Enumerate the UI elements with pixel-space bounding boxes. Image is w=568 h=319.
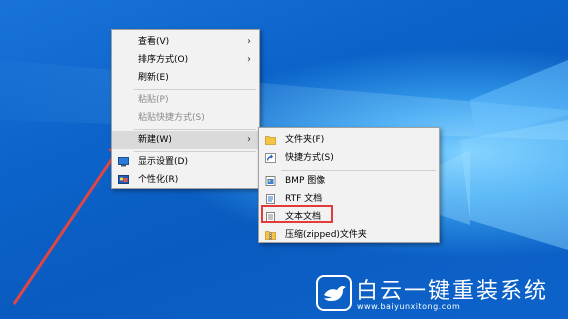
brand-name: 白云一键重装系统 xyxy=(356,279,549,304)
menu-item-label: 个性化(R) xyxy=(138,175,179,185)
menu-item-personalize[interactable]: 个性化(R) xyxy=(112,171,259,189)
personalize-icon xyxy=(118,175,129,184)
menu-item-paste[interactable]: 粘贴(P) xyxy=(112,91,259,109)
menu-item-sort-by[interactable]: 排序方式(O) › xyxy=(112,51,259,69)
folder-icon xyxy=(265,136,276,145)
menu-item-paste-shortcut[interactable]: 粘贴快捷方式(S) xyxy=(112,109,259,127)
submenu-item-label: 快捷方式(S) xyxy=(285,153,334,163)
menu-separator xyxy=(281,170,436,171)
chevron-right-icon: › xyxy=(247,134,251,145)
menu-separator xyxy=(134,89,256,90)
submenu-item-shortcut[interactable]: 快捷方式(S) xyxy=(259,149,439,167)
desktop-context-menu: 查看(V) › 排序方式(O) › 刷新(E) 粘贴(P) 粘贴快捷方式(S) … xyxy=(111,29,260,189)
new-submenu: 文件夹(F) 快捷方式(S) BMP 图像 RTF 文档 文本文档 压缩(zip… xyxy=(258,127,440,243)
submenu-item-label: 文件夹(F) xyxy=(285,135,325,145)
desktop-background[interactable]: 查看(V) › 排序方式(O) › 刷新(E) 粘贴(P) 粘贴快捷方式(S) … xyxy=(0,0,568,319)
highlight-box xyxy=(261,205,333,223)
menu-item-label: 查看(V) xyxy=(138,37,170,47)
menu-item-label: 显示设置(D) xyxy=(138,157,188,167)
menu-item-label: 刷新(E) xyxy=(138,73,169,83)
menu-separator xyxy=(134,151,256,152)
red-arrow xyxy=(12,149,120,305)
submenu-item-label: RTF 文档 xyxy=(285,194,323,204)
display-icon xyxy=(118,157,129,167)
submenu-item-label: 压缩(zipped)文件夹 xyxy=(285,230,367,240)
menu-item-new[interactable]: 新建(W) › xyxy=(112,131,259,149)
brand-url: www.baiyunxitong.com xyxy=(357,302,461,311)
submenu-item-zip-folder[interactable]: 压缩(zipped)文件夹 xyxy=(259,226,439,244)
menu-separator xyxy=(134,129,256,130)
menu-item-label: 排序方式(O) xyxy=(138,55,189,65)
zip-folder-icon xyxy=(265,231,276,240)
shortcut-icon xyxy=(265,153,276,163)
menu-item-label: 粘贴(P) xyxy=(138,95,169,105)
chevron-right-icon: › xyxy=(247,54,251,65)
menu-item-view[interactable]: 查看(V) › xyxy=(112,33,259,51)
menu-item-label: 粘贴快捷方式(S) xyxy=(138,113,205,123)
chevron-right-icon: › xyxy=(247,36,251,47)
menu-item-refresh[interactable]: 刷新(E) xyxy=(112,69,259,87)
submenu-item-label: BMP 图像 xyxy=(285,176,326,186)
menu-item-label: 新建(W) xyxy=(138,135,172,145)
submenu-item-bmp-image[interactable]: BMP 图像 xyxy=(259,172,439,190)
rtf-file-icon xyxy=(266,194,275,204)
bmp-file-icon xyxy=(265,176,276,186)
submenu-item-folder[interactable]: 文件夹(F) xyxy=(259,131,439,149)
menu-item-display-settings[interactable]: 显示设置(D) xyxy=(112,153,259,171)
